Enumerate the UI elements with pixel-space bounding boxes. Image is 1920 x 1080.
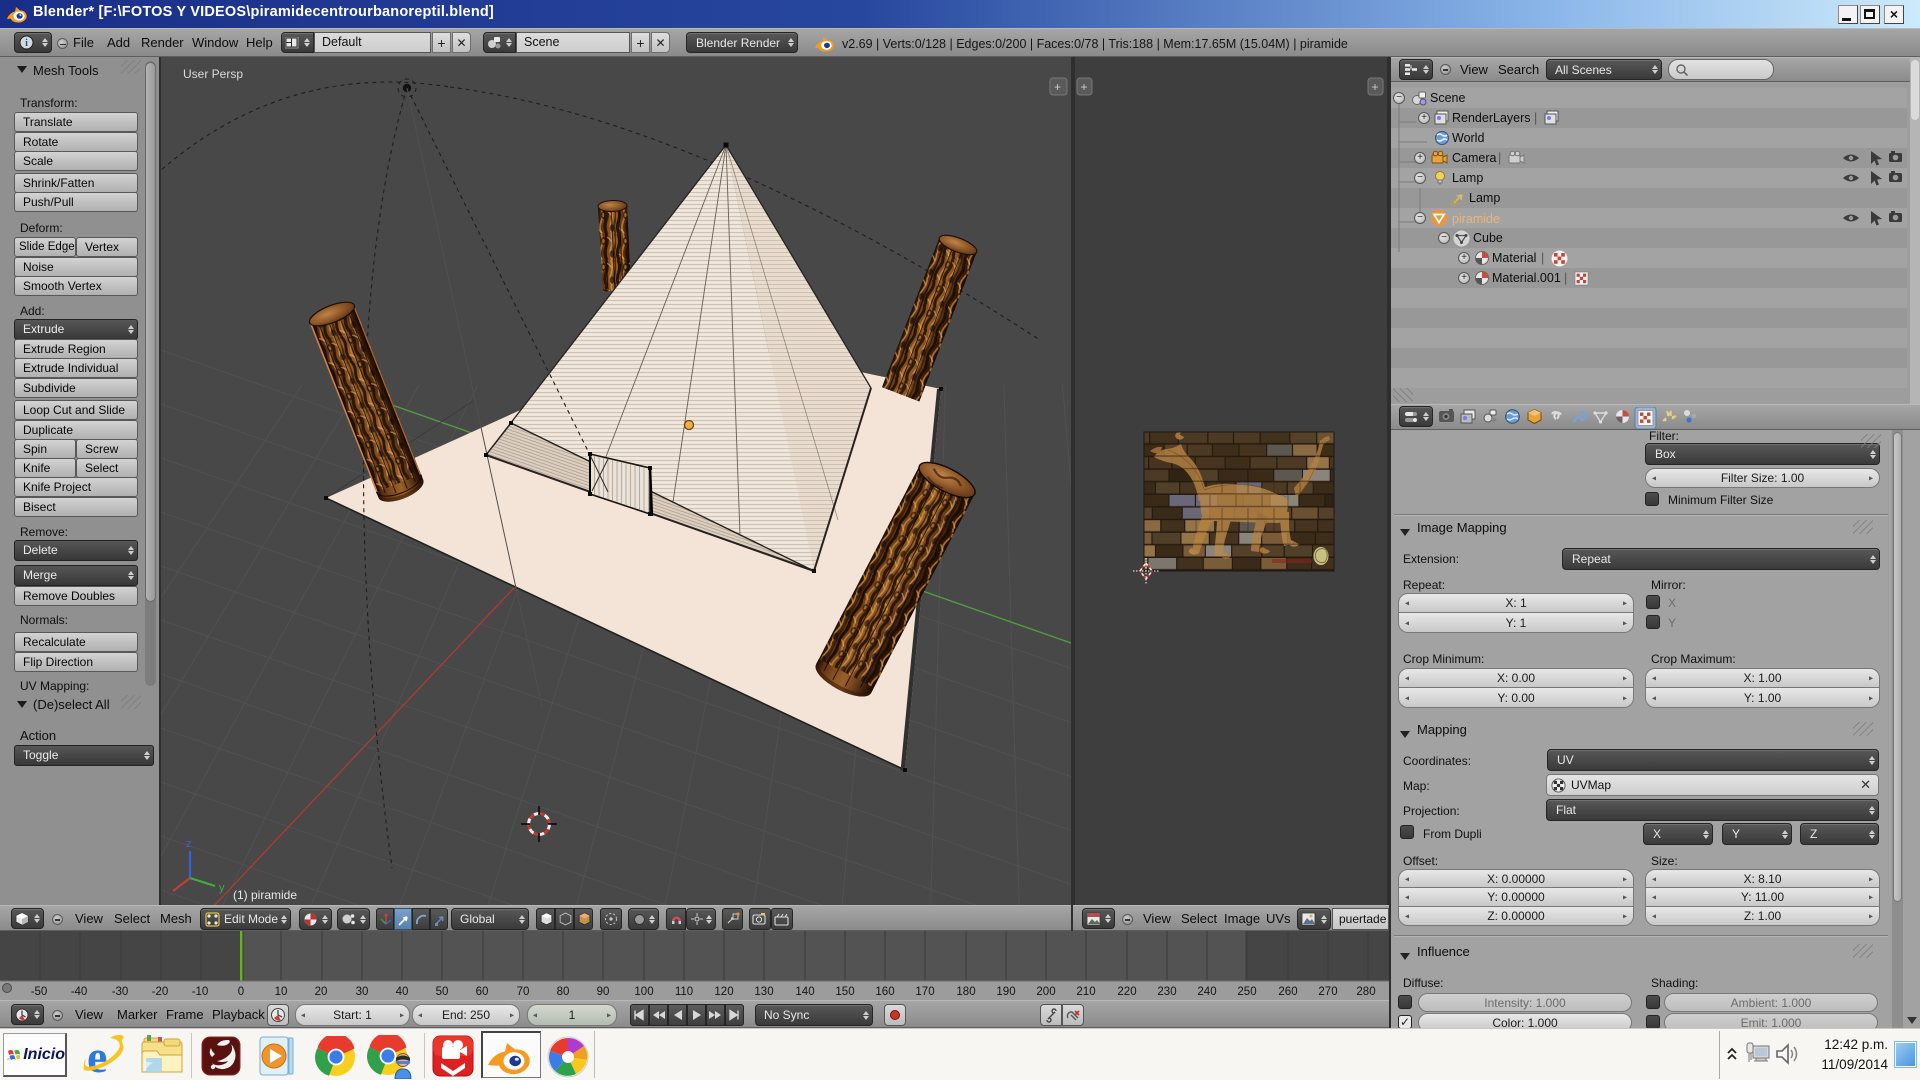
svg-text:70: 70: [517, 986, 530, 998]
svg-text:200: 200: [1036, 986, 1055, 998]
svg-text:240: 240: [1197, 986, 1216, 998]
svg-text:-30: -30: [112, 986, 129, 998]
svg-text:-40: -40: [71, 986, 88, 998]
svg-text:90: 90: [597, 986, 610, 998]
svg-text:-10: -10: [192, 986, 209, 998]
svg-text:z: z: [186, 838, 192, 850]
svg-text:-20: -20: [152, 986, 169, 998]
svg-text:+: +: [1054, 80, 1061, 94]
svg-text:40: 40: [396, 986, 409, 998]
svg-text:+: +: [1372, 80, 1379, 94]
svg-text:-50: -50: [31, 986, 48, 998]
svg-text:(1) piramide: (1) piramide: [233, 888, 297, 902]
svg-text:i: i: [25, 38, 28, 49]
svg-text:10: 10: [275, 986, 288, 998]
svg-text:190: 190: [996, 986, 1015, 998]
svg-text:270: 270: [1318, 986, 1337, 998]
svg-text:30: 30: [356, 986, 369, 998]
svg-text:160: 160: [875, 986, 894, 998]
svg-text:y: y: [219, 882, 225, 894]
svg-text:110: 110: [675, 986, 693, 998]
svg-text:150: 150: [835, 986, 854, 998]
svg-text:210: 210: [1076, 986, 1095, 998]
svg-text:+: +: [1081, 80, 1088, 94]
svg-text:230: 230: [1157, 986, 1176, 998]
svg-text:130: 130: [754, 986, 773, 998]
svg-text:140: 140: [795, 986, 814, 998]
svg-text:50: 50: [436, 986, 449, 998]
svg-text:250: 250: [1237, 986, 1256, 998]
svg-text:e: e: [87, 1035, 107, 1077]
svg-text:User Persp: User Persp: [183, 67, 243, 81]
svg-text:80: 80: [557, 986, 570, 998]
svg-text:20: 20: [315, 986, 328, 998]
svg-text:280: 280: [1356, 986, 1375, 998]
svg-text:60: 60: [476, 986, 489, 998]
svg-text:220: 220: [1117, 986, 1136, 998]
svg-text:170: 170: [915, 986, 934, 998]
svg-text:120: 120: [714, 986, 733, 998]
svg-text:100: 100: [634, 986, 653, 998]
svg-text:180: 180: [956, 986, 975, 998]
svg-text:260: 260: [1278, 986, 1297, 998]
svg-text:0: 0: [238, 986, 244, 998]
